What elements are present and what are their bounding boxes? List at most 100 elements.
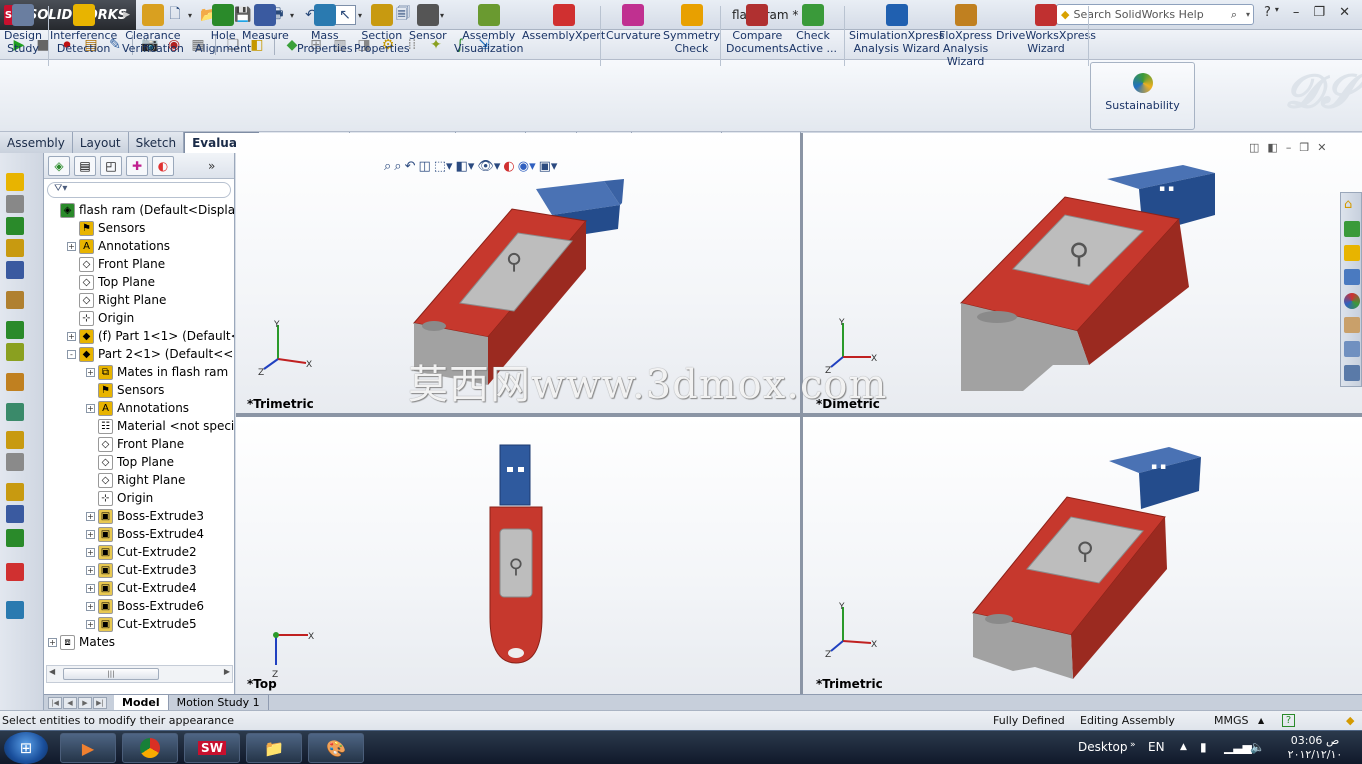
expand-icon[interactable]: + [86, 511, 95, 521]
tree-node[interactable]: ◇ Top Plane [86, 453, 174, 471]
expand-icon[interactable]: + [67, 331, 76, 341]
floxpress-button[interactable]: FloXpress Analysis Wizard [939, 4, 992, 68]
new-motion-study-icon[interactable] [6, 373, 24, 391]
expand-icon[interactable]: + [48, 637, 57, 647]
design-study-button[interactable]: Design Study [4, 4, 42, 68]
scroll-left-icon[interactable]: ◀ [49, 667, 55, 676]
viewport-bottom-right[interactable]: ▪ ▪ ⚲ Y X Z *Trimetric [803, 417, 1362, 694]
tree-node[interactable]: ⊹ Origin [67, 309, 134, 327]
configuration-manager-tab-icon[interactable]: ◰ [100, 155, 122, 176]
tree-node[interactable]: ◇ Top Plane [67, 273, 155, 291]
expand-icon[interactable]: + [86, 565, 95, 575]
instant3d-icon[interactable] [6, 483, 24, 501]
tile-horizontal-icon[interactable]: ◫ [1249, 141, 1259, 154]
assembly-features-icon[interactable] [6, 321, 24, 339]
viewport-top-right[interactable]: ▪ ▪ ⚲ Y X Z ◫ ◧ – ❐ ✕ *Dimetric [803, 133, 1362, 413]
help-dropdown-icon[interactable]: ▾ [1275, 5, 1279, 20]
display-manager-tab-icon[interactable]: ◐ [152, 155, 174, 176]
taskbar-paint[interactable]: 🎨 [308, 733, 364, 763]
start-button[interactable]: ⊞ [4, 732, 48, 764]
symmetry-check-button[interactable]: Symmetry Check [663, 4, 720, 68]
expand-icon[interactable]: + [86, 367, 95, 377]
simulationxpress-button[interactable]: SimulationXpress Analysis Wizard [849, 4, 945, 68]
mass-properties-button[interactable]: Mass Properties [297, 4, 353, 68]
viewport-top-left[interactable]: ⌕ ⌕ ↶ ◫ ⬚▾ ◧▾ 👁▾ ◐ ◉▾ ▣▾ ⚲ Y X Z *Trimet… [236, 133, 800, 413]
expand-icon[interactable]: + [67, 241, 76, 251]
insert-component-icon[interactable] [6, 173, 24, 191]
explode-line-icon[interactable] [6, 453, 24, 471]
interference-icon[interactable] [6, 505, 24, 523]
clearance-verification-button[interactable]: Clearance Verification [122, 4, 184, 68]
assemblyxpert-button[interactable]: AssemblyXpert [522, 4, 605, 68]
exploded-view-icon[interactable] [6, 431, 24, 449]
tree-node[interactable]: ◇ Front Plane [86, 435, 184, 453]
expand-icon[interactable]: + [86, 601, 95, 611]
horizontal-scrollbar[interactable]: ◀ ||| ▶ [46, 665, 233, 683]
feature-tree-tab-icon[interactable]: ◈ [48, 155, 70, 176]
design-library-icon[interactable] [1344, 221, 1360, 237]
solidworks-forum-icon[interactable] [1344, 341, 1360, 357]
sketch-icon[interactable] [6, 601, 24, 619]
signal-icon[interactable]: ▁▃▅ [1224, 740, 1252, 754]
tree-node[interactable]: ⊹ Origin [86, 489, 153, 507]
help-question-icon[interactable]: ? [1264, 5, 1271, 20]
interference-detection-button[interactable]: Interference Detection [50, 4, 117, 68]
graphics-area[interactable]: ⌕ ⌕ ↶ ◫ ⬚▾ ◧▾ 👁▾ ◐ ◉▾ ▣▾ ⚲ Y X Z *Trimet… [236, 133, 1362, 694]
driveworksxpress-button[interactable]: DriveWorksXpress Wizard [996, 4, 1096, 68]
measure-button[interactable]: Measure [242, 4, 289, 68]
expand-panel-icon[interactable]: » [208, 159, 215, 173]
clearance-icon[interactable] [6, 529, 24, 547]
check-active-button[interactable]: Check Active ... [789, 4, 837, 68]
tile-vertical-icon[interactable]: ◧ [1267, 141, 1277, 154]
expand-icon[interactable]: + [86, 619, 95, 629]
tree-node[interactable]: +◆ (f) Part 1<1> (Default<<Defa [67, 327, 234, 345]
tree-filter[interactable]: ⛛▾ [47, 182, 231, 198]
system-clock[interactable]: 03:06 ص ٢٠١٢/١٢/١٠ [1280, 734, 1350, 762]
viewport-minimize-icon[interactable]: – [1286, 141, 1292, 154]
collapse-icon[interactable]: - [67, 349, 76, 359]
search-results-icon[interactable] [1344, 365, 1360, 381]
expand-icon[interactable]: + [86, 547, 95, 557]
tab-model[interactable]: Model [114, 694, 169, 711]
tree-node[interactable]: + ⧉ Mates in flash ram [86, 363, 228, 381]
expand-icon[interactable]: + [86, 403, 95, 413]
tree-node[interactable]: + ▣ Boss-Extrude4 [86, 525, 204, 543]
home-icon[interactable]: ⌂ [1344, 197, 1360, 213]
custom-properties-icon[interactable] [1344, 317, 1360, 333]
minimize-icon[interactable]: – [1293, 5, 1300, 20]
tree-node[interactable]: + A Annotations [86, 399, 189, 417]
language-indicator[interactable]: EN [1148, 740, 1165, 754]
tree-node[interactable]: + ▣ Cut-Extrude2 [86, 543, 197, 561]
search-icon[interactable]: ⌕ [1231, 8, 1237, 22]
taskbar-explorer[interactable]: 📁 [246, 733, 302, 763]
reference-geometry-icon[interactable] [6, 343, 24, 361]
tray-expand-icon[interactable]: ▲ [1180, 742, 1187, 752]
taskbar-chrome[interactable] [122, 733, 178, 763]
taskbar-solidworks[interactable]: SW [184, 733, 240, 763]
rebuild-status-icon[interactable]: ◆ [1346, 714, 1354, 727]
close-icon[interactable]: ✕ [1339, 5, 1350, 20]
expand-icon[interactable]: + [86, 583, 95, 593]
move-component-icon[interactable] [6, 261, 24, 279]
tree-node[interactable]: ◇ Right Plane [67, 291, 166, 309]
volume-icon[interactable]: 🔈 [1250, 740, 1265, 754]
tab-motion-study[interactable]: Motion Study 1 [169, 694, 269, 711]
tree-node[interactable]: + A Annotations [67, 237, 170, 255]
view-palette-icon[interactable] [1344, 269, 1360, 285]
hole-alignment-icon[interactable] [6, 563, 24, 581]
desktop-chevron-icon[interactable]: » [1130, 740, 1136, 750]
property-manager-tab-icon[interactable]: ▤ [74, 155, 96, 176]
assembly-visualization-button[interactable]: Assembly Visualization [454, 4, 523, 68]
appearances-icon[interactable] [1344, 293, 1360, 309]
network-icon[interactable]: ▮ [1200, 740, 1207, 754]
prev-tab-icon[interactable]: ◀ [63, 696, 77, 709]
tree-node[interactable]: + ⧈ Mates [48, 633, 115, 651]
tree-node[interactable]: + ▣ Cut-Extrude4 [86, 579, 197, 597]
show-hidden-icon[interactable] [6, 291, 24, 309]
tree-node[interactable]: + ▣ Cut-Extrude3 [86, 561, 197, 579]
taskbar-media-player[interactable]: ▶ [60, 733, 116, 763]
last-tab-icon[interactable]: ▶| [93, 696, 107, 709]
tree-node[interactable]: + ▣ Cut-Extrude5 [86, 615, 197, 633]
desktop-toolbar[interactable]: Desktop [1078, 740, 1128, 754]
sensor-button[interactable]: Sensor [409, 4, 447, 68]
